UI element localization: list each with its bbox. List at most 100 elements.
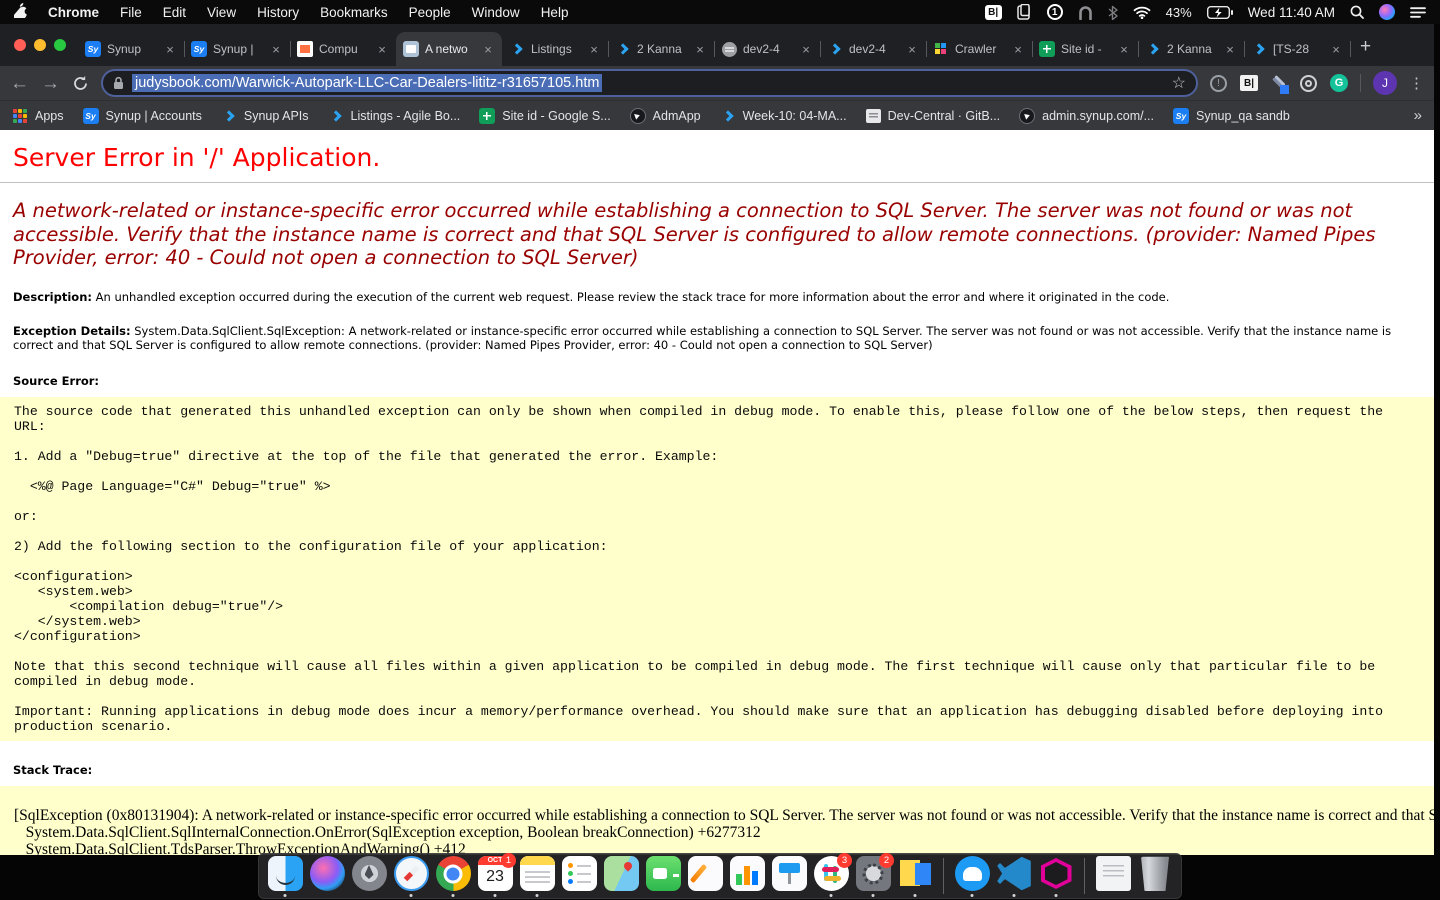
tab-a-network-active[interactable]: A netwo × — [396, 32, 502, 66]
tab-close-icon[interactable]: × — [1011, 42, 1025, 57]
dock-stickies[interactable] — [896, 856, 934, 896]
tab-close-icon[interactable]: × — [1223, 42, 1237, 57]
extension-grammarly-icon[interactable]: G — [1330, 74, 1348, 92]
tab-2kanna-1[interactable]: 2 Kanna × — [608, 32, 714, 66]
bookmark-star-icon[interactable]: ☆ — [1172, 73, 1186, 93]
spotlight-icon[interactable] — [1350, 5, 1364, 19]
tab-close-icon[interactable]: × — [905, 42, 919, 57]
dock-keynote[interactable] — [770, 856, 808, 896]
wifi-icon[interactable] — [1133, 6, 1151, 19]
menu-window[interactable]: Window — [472, 5, 520, 20]
tab-ts-28[interactable]: [TS-28 × — [1244, 32, 1350, 66]
address-bar[interactable]: judysbook.com/Warwick-Autopark-LLC-Car-D… — [101, 69, 1198, 97]
extension-target-icon[interactable] — [1300, 75, 1317, 92]
dock-launchpad[interactable] — [350, 856, 388, 896]
reload-button[interactable] — [72, 75, 89, 92]
dock-system-preferences[interactable]: 2 — [854, 856, 892, 896]
dock-trash[interactable] — [1136, 856, 1174, 896]
menu-file[interactable]: File — [120, 5, 142, 20]
siri-icon[interactable] — [1379, 4, 1395, 20]
tab-close-icon[interactable]: × — [693, 42, 707, 57]
tab-synup-1[interactable]: Sy Synup × — [78, 32, 184, 66]
dock-vscode[interactable] — [995, 856, 1033, 896]
dock-graphql[interactable] — [1037, 856, 1075, 896]
bookmark-listings-agile[interactable]: Listings - Agile Bo... — [328, 108, 461, 124]
bookmark-synup-qa-sandbox[interactable]: SySynup_qa sandb — [1173, 108, 1290, 124]
extension-info-icon[interactable]: ! — [1210, 75, 1227, 92]
tab-dev2-2[interactable]: dev2-4 × — [820, 32, 926, 66]
bookmark-week-10[interactable]: Week-10: 04-MA... — [720, 108, 847, 124]
profile-avatar[interactable]: J — [1373, 71, 1397, 95]
menu-people[interactable]: People — [409, 5, 451, 20]
menu-bookmarks[interactable]: Bookmarks — [320, 5, 388, 20]
extension-bitly-icon[interactable]: B| — [1240, 75, 1258, 91]
dock-numbers[interactable] — [728, 856, 766, 896]
url-text[interactable]: judysbook.com/Warwick-Autopark-LLC-Car-D… — [132, 74, 602, 92]
bookmark-synup-apis[interactable]: Synup APIs — [221, 108, 309, 124]
dock-pages[interactable] — [686, 856, 724, 896]
stack-trace-text: [SqlException (0x80131904): A network-re… — [0, 786, 1434, 855]
bookmark-label: Synup_qa sandb — [1196, 109, 1290, 123]
dock-facetime[interactable] — [644, 856, 682, 896]
tab-close-icon[interactable]: × — [587, 42, 601, 57]
tab-site-id[interactable]: Site id - × — [1032, 32, 1138, 66]
bookmark-dev-central[interactable]: Dev-Central · GitB... — [866, 109, 1001, 123]
tab-close-icon[interactable]: × — [481, 42, 495, 57]
chrome-window: Sy Synup × Sy Synup | × Compu × A netwo … — [0, 24, 1434, 855]
menu-edit[interactable]: Edit — [163, 5, 186, 20]
tab-crawler[interactable]: Crawler × — [926, 32, 1032, 66]
dock-reminders[interactable] — [560, 856, 598, 896]
forward-button[interactable]: → — [41, 74, 60, 93]
tab-compu[interactable]: Compu × — [290, 32, 396, 66]
dock-safari[interactable] — [392, 856, 430, 896]
bookmark-admapp[interactable]: AdmApp — [630, 108, 701, 124]
new-tab-button[interactable]: + — [1350, 36, 1385, 64]
zoom-window-button[interactable] — [54, 39, 66, 51]
dock-csv-files[interactable] — [1094, 856, 1132, 896]
dock-finder[interactable] — [266, 856, 304, 896]
bookmark-apps[interactable]: Apps — [12, 108, 64, 124]
dock-notes[interactable] — [518, 856, 556, 896]
lock-icon[interactable] — [113, 76, 124, 90]
tab-synup-2[interactable]: Sy Synup | × — [184, 32, 290, 66]
bookmark-synup-accounts[interactable]: SySynup | Accounts — [83, 108, 202, 124]
bookmark-admin-synup[interactable]: admin.synup.com/... — [1019, 108, 1154, 124]
tab-close-icon[interactable]: × — [375, 42, 389, 57]
tab-close-icon[interactable]: × — [799, 42, 813, 57]
tab-2kanna-2[interactable]: 2 Kanna × — [1138, 32, 1244, 66]
minimize-window-button[interactable] — [34, 39, 46, 51]
bookmark-site-id-sheet[interactable]: Site id - Google S... — [479, 108, 610, 124]
source-error-code: The source code that generated this unha… — [0, 397, 1434, 741]
notification-center-icon[interactable] — [1410, 6, 1426, 19]
tab-close-icon[interactable]: × — [1329, 42, 1343, 57]
tab-close-icon[interactable]: × — [1117, 42, 1131, 57]
dock-calendar[interactable]: 1OCT23 — [476, 856, 514, 896]
chrome-menu-icon[interactable]: ⋮ — [1409, 74, 1424, 92]
onepassword-icon[interactable]: 1 — [1047, 4, 1063, 20]
dock-postico[interactable] — [953, 856, 991, 896]
tab-close-icon[interactable]: × — [269, 42, 283, 57]
menubar-app-name[interactable]: Chrome — [48, 5, 99, 20]
close-window-button[interactable] — [14, 39, 26, 51]
dock-chrome[interactable] — [434, 856, 472, 896]
apple-menu-icon[interactable] — [14, 3, 27, 21]
dock-maps[interactable] — [602, 856, 640, 896]
menu-view[interactable]: View — [207, 5, 236, 20]
bookmarks-overflow-icon[interactable]: » — [1414, 107, 1422, 124]
arc-icon[interactable] — [1078, 5, 1093, 20]
battery-percent: 43% — [1166, 5, 1192, 20]
clipboard-icon[interactable] — [1017, 4, 1032, 20]
menu-history[interactable]: History — [257, 5, 299, 20]
dock-siri[interactable] — [308, 856, 346, 896]
tab-dev2-1[interactable]: dev2-4 × — [714, 32, 820, 66]
tab-listings[interactable]: Listings × — [502, 32, 608, 66]
window-controls[interactable] — [0, 39, 78, 51]
menu-help[interactable]: Help — [541, 5, 569, 20]
extension-colorzilla-icon[interactable] — [1271, 75, 1287, 91]
bluetooth-icon[interactable] — [1108, 5, 1118, 20]
back-button[interactable]: ← — [10, 74, 29, 93]
menubar-clock[interactable]: Wed 11:40 AM — [1248, 5, 1335, 20]
dock-slack[interactable]: 3 — [812, 856, 850, 896]
tab-close-icon[interactable]: × — [163, 42, 177, 57]
bitwarden-icon[interactable]: B| — [985, 5, 1002, 20]
